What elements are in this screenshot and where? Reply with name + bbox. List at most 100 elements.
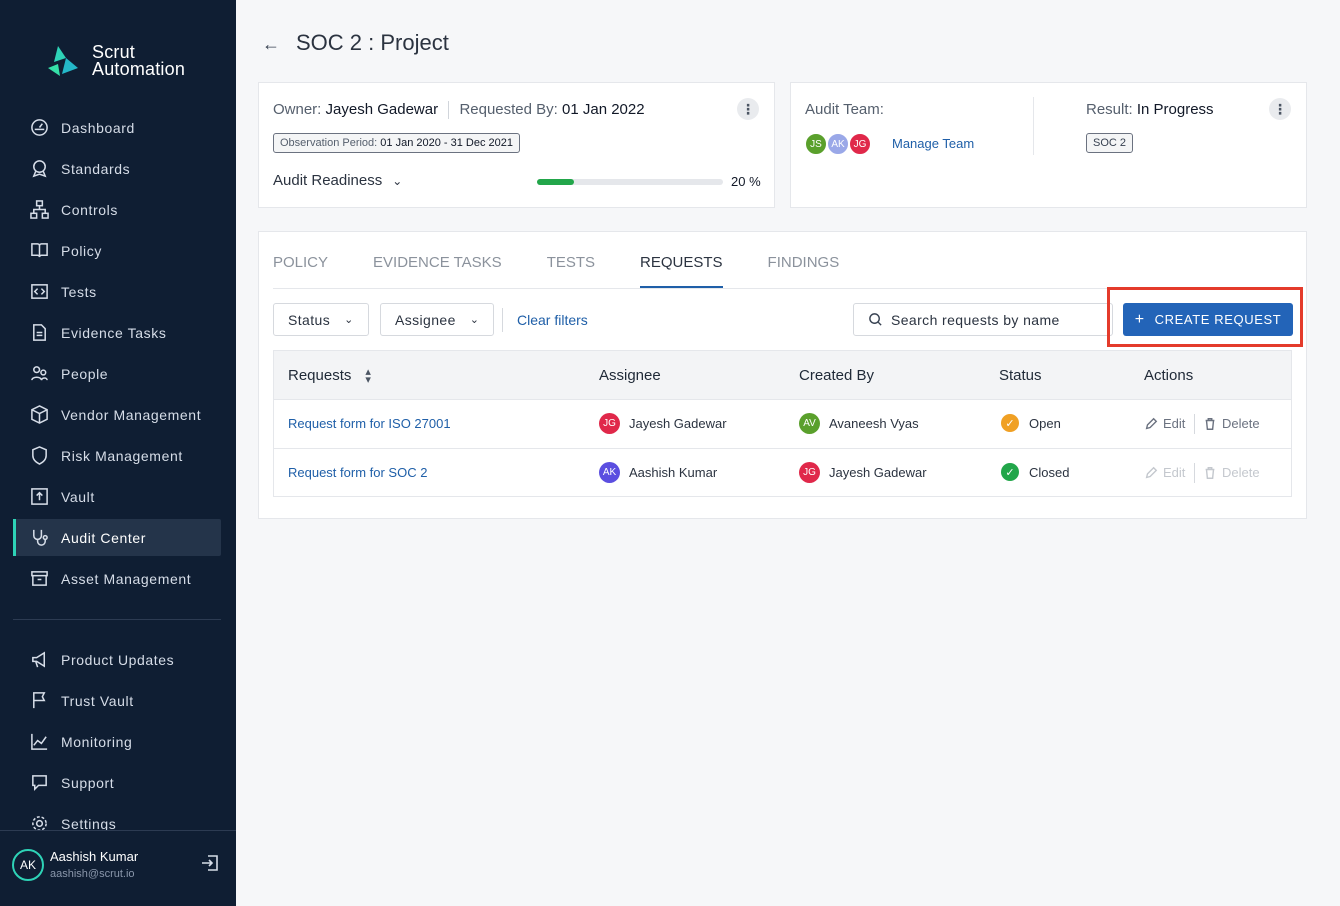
user-email: aashish@scrut.io — [50, 868, 135, 880]
tab-tests[interactable]: TESTS — [547, 254, 595, 288]
plus-icon: + — [1134, 310, 1145, 328]
sidebar-item-label: Product Updates — [61, 651, 175, 668]
package-icon — [29, 405, 49, 425]
requested-by-label: Requested By: — [459, 101, 558, 118]
team-avatar[interactable]: JS — [805, 133, 827, 155]
clear-filters-link[interactable]: Clear filters — [517, 312, 588, 328]
sort-icon[interactable]: ▴ ▾ — [365, 366, 371, 385]
sidebar-item-label: Vault — [61, 488, 95, 505]
hierarchy-icon — [29, 200, 49, 220]
created-by-name: Avaneesh Vyas — [829, 416, 919, 431]
edit-label: Edit — [1163, 416, 1186, 431]
sidebar-item-dashboard[interactable]: Dashboard — [13, 109, 221, 146]
status-filter-dropdown[interactable]: Status ⌄ — [273, 303, 369, 336]
avatar: JG — [799, 462, 820, 483]
tab-bar: POLICY EVIDENCE TASKS TESTS REQUESTS FIN… — [273, 254, 884, 288]
pencil-icon — [1145, 417, 1158, 429]
team-avatar[interactable]: AK — [827, 133, 849, 155]
delete-button[interactable]: Delete — [1203, 465, 1260, 480]
sidebar-item-audit-center[interactable]: Audit Center — [13, 519, 221, 556]
sidebar-item-support[interactable]: Support — [13, 764, 221, 801]
sidebar-item-label: Evidence Tasks — [61, 324, 167, 341]
sidebar-item-product-updates[interactable]: Product Updates — [13, 641, 221, 678]
status-check-icon: ✓ — [1001, 414, 1019, 432]
delete-label: Delete — [1222, 465, 1260, 480]
more-options-icon[interactable]: ⋮ — [737, 98, 759, 120]
tab-evidence-tasks[interactable]: EVIDENCE TASKS — [373, 254, 502, 288]
sidebar-item-label: Vendor Management — [61, 406, 202, 423]
divider — [1033, 97, 1034, 155]
team-avatar[interactable]: JG — [849, 133, 871, 155]
status-check-icon: ✓ — [1001, 463, 1019, 481]
sidebar-item-label: Trust Vault — [61, 692, 134, 709]
status-text: Open — [1029, 416, 1061, 431]
chevron-down-icon: ⌄ — [344, 314, 354, 326]
create-request-button[interactable]: + CREATE REQUEST — [1123, 303, 1293, 336]
more-options-icon[interactable]: ⋮ — [1269, 98, 1291, 120]
audit-team-card: Audit Team: JS AK JG Manage Team Result:… — [790, 82, 1307, 208]
brand-logo[interactable]: Scrut Automation — [44, 42, 185, 80]
sidebar-item-monitoring[interactable]: Monitoring — [13, 723, 221, 760]
search-input[interactable]: Search requests by name — [853, 303, 1113, 336]
audit-readiness-toggle[interactable]: Audit Readiness ⌄ — [273, 172, 402, 189]
sidebar-item-risk-management[interactable]: Risk Management — [13, 437, 221, 474]
sidebar-item-controls[interactable]: Controls — [13, 191, 221, 228]
standard-tag: SOC 2 — [1086, 133, 1134, 153]
chevron-down-icon: ⌄ — [469, 314, 480, 326]
request-link[interactable]: Request form for ISO 27001 — [288, 416, 451, 431]
logout-icon[interactable] — [200, 853, 220, 873]
megaphone-icon — [29, 650, 49, 670]
code-icon — [29, 282, 49, 302]
sidebar-secondary-nav: Product Updates Trust Vault Monitoring S… — [13, 641, 221, 846]
sidebar-item-evidence-tasks[interactable]: Evidence Tasks — [13, 314, 221, 351]
sidebar-item-tests[interactable]: Tests — [13, 273, 221, 310]
result-value: In Progress — [1136, 101, 1214, 118]
delete-button[interactable]: Delete — [1203, 416, 1260, 431]
tab-policy[interactable]: POLICY — [273, 254, 328, 288]
manage-team-link[interactable]: Manage Team — [892, 136, 974, 151]
divider — [448, 101, 450, 120]
table-row: Request form for ISO 27001 JG Jayesh Gad… — [274, 400, 1291, 449]
sidebar-item-asset-management[interactable]: Asset Management — [13, 560, 221, 597]
page-title: SOC 2 : Project — [296, 30, 449, 55]
sidebar-item-label: Tests — [61, 283, 97, 300]
tab-findings[interactable]: FINDINGS — [768, 254, 840, 288]
delete-label: Delete — [1222, 416, 1260, 431]
divider — [1194, 414, 1195, 434]
sidebar-item-label: Audit Center — [61, 529, 147, 546]
sidebar-item-standards[interactable]: Standards — [13, 150, 221, 187]
back-arrow-icon[interactable]: ← — [262, 34, 280, 54]
trash-icon — [1205, 466, 1215, 479]
requested-by-value: 01 Jan 2022 — [562, 101, 645, 118]
search-placeholder: Search requests by name — [891, 311, 1060, 328]
pencil-icon — [1145, 466, 1158, 478]
avatar: AV — [799, 413, 820, 434]
sidebar-item-vendor-management[interactable]: Vendor Management — [13, 396, 221, 433]
column-header-status: Status — [999, 367, 1042, 384]
people-icon — [29, 364, 49, 384]
sidebar-item-policy[interactable]: Policy — [13, 232, 221, 269]
edit-button[interactable]: Edit — [1144, 416, 1185, 431]
status-filter-label: Status — [288, 311, 331, 328]
dashboard-icon — [29, 118, 49, 138]
user-profile: AK Aashish Kumar aashish@scrut.io — [0, 830, 236, 906]
sidebar-item-label: Asset Management — [61, 570, 192, 587]
edit-button[interactable]: Edit — [1144, 465, 1185, 480]
column-header-created-by: Created By — [799, 367, 875, 384]
sidebar-item-trust-vault[interactable]: Trust Vault — [13, 682, 221, 719]
avatar[interactable]: AK — [12, 849, 44, 881]
assignee-filter-dropdown[interactable]: Assignee ⌄ — [380, 303, 495, 336]
tab-requests[interactable]: REQUESTS — [640, 254, 723, 288]
column-header-requests[interactable]: Requests ▴ ▾ — [288, 366, 371, 385]
sidebar-item-label: Dashboard — [61, 119, 135, 136]
search-icon — [869, 313, 882, 326]
sidebar-item-vault[interactable]: Vault — [13, 478, 221, 515]
archive-icon — [29, 569, 49, 589]
request-link[interactable]: Request form for SOC 2 — [288, 465, 427, 480]
document-icon — [29, 323, 49, 343]
observation-value: 01 Jan 2020 - 31 Dec 2021 — [380, 137, 513, 149]
assignee-name: Jayesh Gadewar — [629, 416, 727, 431]
status-text: Closed — [1029, 465, 1070, 480]
book-icon — [29, 241, 49, 261]
sidebar-item-people[interactable]: People — [13, 355, 221, 392]
